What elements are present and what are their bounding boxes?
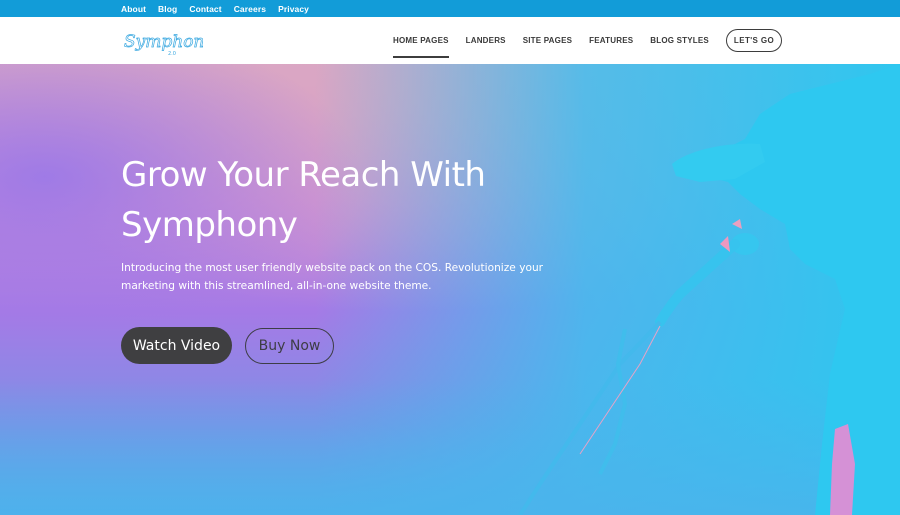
hero-title-line-2: Symphony [121,205,298,245]
main-nav: HOME PAGES LANDERS SITE PAGES FEATURES B… [393,17,783,64]
nav-blog-styles[interactable]: BLOG STYLES [650,17,709,64]
symphony-logo[interactable]: Symphony 2.0 [123,28,215,58]
utility-link-contact[interactable]: Contact [189,4,221,14]
lets-go-button[interactable]: LET'S GO [725,29,783,52]
logo-script-icon: Symphony 2.0 [124,32,215,57]
utility-link-about[interactable]: About [121,4,146,14]
site-header: Symphony 2.0 HOME PAGES LANDERS SITE PAG… [0,17,900,64]
top-utility-bar: About Blog Contact Careers Privacy [0,0,900,17]
logo-version: 2.0 [168,51,176,57]
nav-home-pages[interactable]: HOME PAGES [393,17,449,64]
utility-link-blog[interactable]: Blog [158,4,177,14]
buy-now-button[interactable]: Buy Now [245,328,334,364]
utility-link-privacy[interactable]: Privacy [278,4,309,14]
logo-text: Symphony [124,32,203,52]
nav-landers[interactable]: LANDERS [466,17,506,64]
hero-section: Grow Your Reach With Symphony Introducin… [0,64,900,515]
utility-links: About Blog Contact Careers Privacy [121,0,321,17]
nav-features[interactable]: FEATURES [589,17,633,64]
hero-title: Grow Your Reach With Symphony [121,150,581,250]
hero-title-line-1: Grow Your Reach With [121,155,486,195]
watch-video-button[interactable]: Watch Video [121,327,232,364]
utility-link-careers[interactable]: Careers [234,4,266,14]
hero-subtitle: Introducing the most user friendly websi… [121,262,544,292]
nav-site-pages[interactable]: SITE PAGES [523,17,572,64]
